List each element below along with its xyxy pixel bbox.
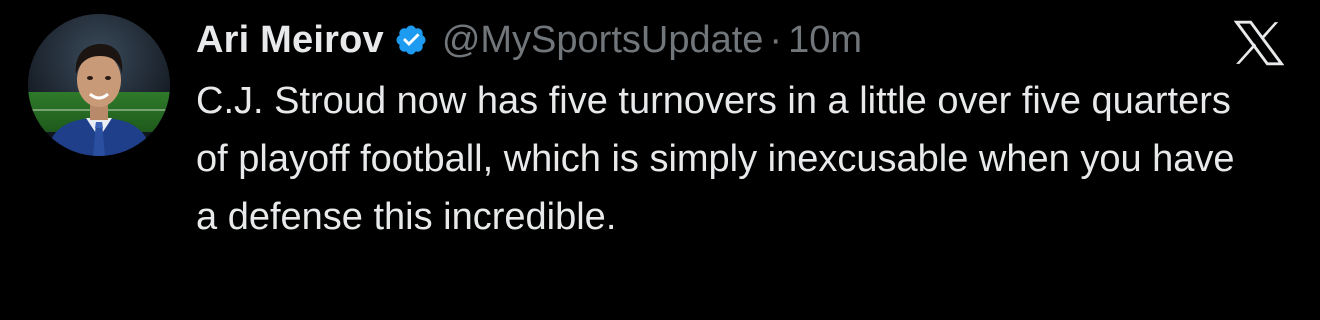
- x-logo-icon: [1234, 20, 1284, 66]
- author-display-name[interactable]: Ari Meirov: [196, 19, 384, 62]
- tweet-content: Ari Meirov @MySportsUpdate · 10m C.J. St…: [196, 10, 1246, 246]
- verified-badge-icon: [394, 23, 428, 57]
- tweet-card[interactable]: Ari Meirov @MySportsUpdate · 10m C.J. St…: [0, 0, 1320, 320]
- tweet-timestamp[interactable]: 10m: [788, 19, 862, 62]
- author-handle[interactable]: @MySportsUpdate: [442, 19, 764, 62]
- tweet-header: Ari Meirov @MySportsUpdate · 10m: [196, 10, 1246, 70]
- header-separator: ·: [769, 18, 783, 61]
- tweet-text: C.J. Stroud now has five turnovers in a …: [196, 80, 1235, 238]
- avatar[interactable]: [28, 14, 170, 156]
